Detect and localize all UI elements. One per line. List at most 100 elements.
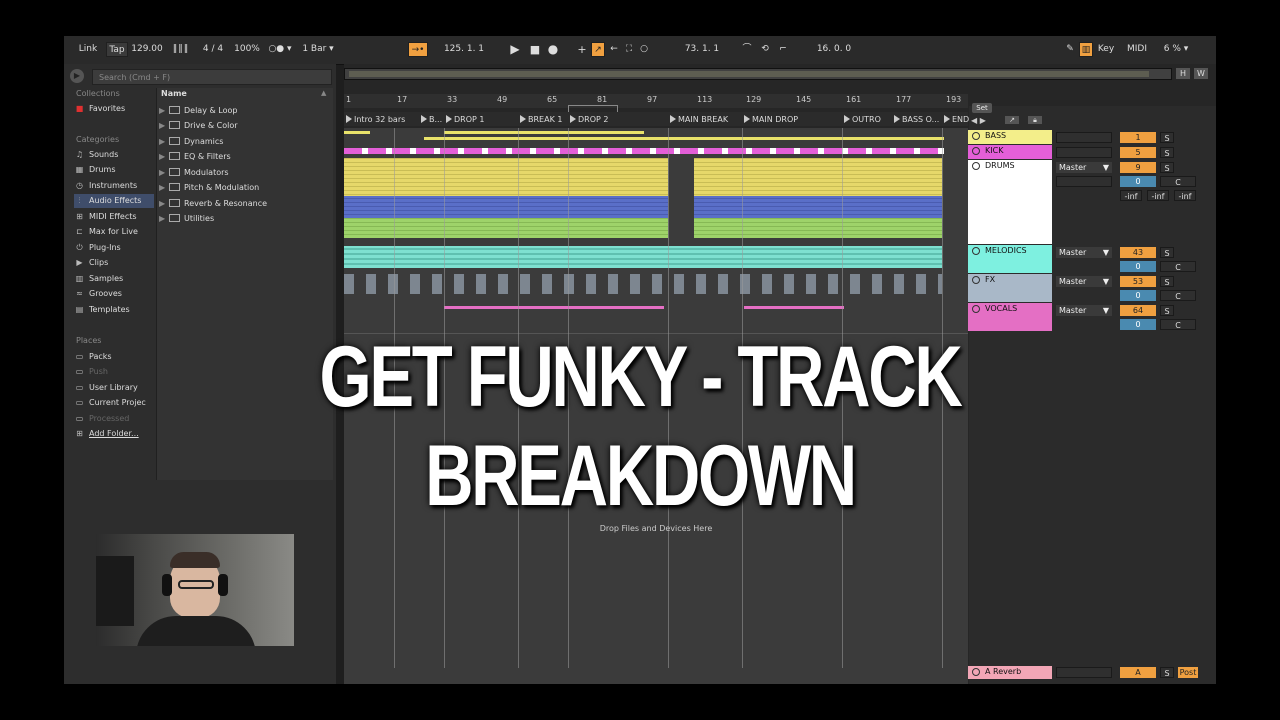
locator-b[interactable]: B... (421, 113, 445, 126)
track-header-melodics[interactable]: MELODICS (968, 245, 1052, 273)
melodics-clip[interactable] (344, 246, 942, 268)
fold-icon[interactable] (972, 147, 980, 155)
metronome-icon[interactable]: ○● ▾ (266, 42, 294, 57)
sidebar-item-max-for-live[interactable]: ⊏ Max for Live (74, 225, 154, 239)
kick-solo-button[interactable]: S (1160, 147, 1174, 158)
folder-row[interactable]: ▶ Delay & Loop (159, 104, 237, 118)
vocals-clip[interactable] (444, 306, 664, 309)
arrangement-overview[interactable] (344, 68, 1172, 80)
locator-main-break[interactable]: MAIN BREAK (670, 113, 742, 126)
melodics-solo-button[interactable]: S (1160, 247, 1174, 258)
kick-track-number[interactable]: 5 (1120, 147, 1156, 158)
bass-clip[interactable] (424, 137, 944, 140)
folder-row[interactable]: ▶ Pitch & Modulation (159, 181, 259, 195)
key-map-button[interactable]: Key (1095, 42, 1117, 57)
fold-icon[interactable] (972, 162, 980, 170)
back-to-arrangement-icon[interactable]: ← (608, 42, 620, 57)
quantize-menu[interactable]: 1 Bar ▾ (298, 42, 338, 57)
fx-volume[interactable]: 0 (1120, 290, 1156, 301)
kick-clip[interactable] (344, 148, 944, 154)
locator-intro[interactable]: Intro 32 bars (346, 113, 418, 126)
melodics-track-number[interactable]: 43 (1120, 247, 1156, 258)
track-header-a-reverb[interactable]: A Reverb (968, 666, 1052, 679)
folder-row[interactable]: ▶ Dynamics (159, 135, 223, 149)
sort-arrow-icon[interactable]: ▲ (321, 89, 326, 97)
sidebar-item-plug-ins[interactable]: ⏻ Plug-Ins (74, 241, 154, 255)
folder-row[interactable]: ▶ Utilities (159, 212, 214, 226)
fold-icon[interactable] (972, 247, 980, 255)
session-record-icon[interactable]: ○ (638, 42, 650, 57)
search-input[interactable]: Search (Cmd + F) (92, 69, 332, 85)
drums-volume[interactable]: 0 (1120, 176, 1156, 187)
punch-in-icon[interactable]: ⌒ (740, 42, 754, 57)
folder-row[interactable]: ▶ Modulators (159, 166, 229, 180)
loop-switch-icon[interactable]: ⟲ (758, 42, 772, 57)
nudge-icon[interactable]: ‖‖‖ (166, 42, 196, 57)
melodics-pan[interactable]: C (1160, 261, 1196, 272)
bass-clip[interactable] (444, 131, 644, 134)
midi-map-button[interactable]: MIDI (1124, 42, 1150, 57)
fx-clip[interactable] (344, 274, 942, 294)
sidebar-item-grooves[interactable]: ≈ Grooves (74, 287, 154, 301)
tap-button[interactable]: Tap (106, 42, 128, 57)
fx-pan[interactable]: C (1160, 290, 1196, 301)
vocals-pan[interactable]: C (1160, 319, 1196, 330)
tempo-field[interactable]: 129.00 (130, 42, 164, 57)
track-header-kick[interactable]: KICK (968, 145, 1052, 159)
vocals-clip[interactable] (744, 306, 844, 309)
h-button[interactable]: H (1176, 68, 1190, 79)
locator-bass-o[interactable]: BASS O... (894, 113, 942, 126)
fold-icon[interactable] (972, 305, 980, 313)
keyboard-icon[interactable]: ▥ (1079, 42, 1093, 57)
vocals-track-number[interactable]: 64 (1120, 305, 1156, 316)
fx-solo-button[interactable]: S (1160, 276, 1174, 287)
link-button[interactable]: Link (74, 42, 102, 57)
sidebar-item-sounds[interactable]: ♫ Sounds (74, 148, 154, 162)
bass-solo-button[interactable]: S (1160, 132, 1174, 143)
locator-end[interactable]: END (944, 113, 970, 126)
sidebar-item-midi-effects[interactable]: ⊞ MIDI Effects (74, 210, 154, 224)
sidebar-item-samples[interactable]: ▥ Samples (74, 272, 154, 286)
sidebar-item-drums[interactable]: ▦ Drums (74, 163, 154, 177)
locator-main-drop[interactable]: MAIN DROP (744, 113, 840, 126)
punch-out-icon[interactable]: ⌐ (776, 42, 790, 57)
loop-start-field[interactable]: 73. 1. 1 (668, 42, 736, 57)
set-button[interactable]: Set (972, 103, 992, 113)
reverb-send-letter[interactable]: A (1120, 667, 1156, 678)
track-header-vocals[interactable]: VOCALS (968, 303, 1052, 331)
reverb-output[interactable] (1056, 667, 1112, 678)
vocals-solo-button[interactable]: S (1160, 305, 1174, 316)
folder-row[interactable]: ▶ Drive & Color (159, 119, 238, 133)
reverb-solo-button[interactable]: S (1160, 667, 1174, 678)
bass-output[interactable] (1056, 132, 1112, 143)
fold-icon[interactable] (972, 132, 980, 140)
locator-break-1[interactable]: BREAK 1 (520, 113, 568, 126)
fold-icon[interactable] (972, 668, 980, 676)
kick-output[interactable] (1056, 147, 1112, 158)
name-column-header[interactable]: Name (161, 89, 187, 98)
track-header-fx[interactable]: FX (968, 274, 1052, 302)
stop-icon[interactable]: ■ (528, 42, 542, 57)
track-header-bass[interactable]: BASS (968, 130, 1052, 144)
sidebar-item-clips[interactable]: ▶ Clips (74, 256, 154, 270)
bass-track-number[interactable]: 1 (1120, 132, 1156, 143)
fold-icon[interactable] (972, 276, 980, 284)
folder-row[interactable]: ▶ Reverb & Resonance (159, 197, 267, 211)
locator-drop-1[interactable]: DROP 1 (446, 113, 516, 126)
drums-perc-clip[interactable] (344, 218, 968, 238)
drums-pan[interactable]: C (1160, 176, 1196, 187)
drums-output-select[interactable]: Master ▼ (1056, 162, 1112, 173)
fx-output-select[interactable]: Master ▼ (1056, 276, 1112, 287)
drums-input[interactable] (1056, 176, 1112, 187)
melodics-volume[interactable]: 0 (1120, 261, 1156, 272)
loop-length-field[interactable]: 16. 0. 0 (804, 42, 864, 57)
prev-next-locator-icon[interactable]: ◀ ▶ (971, 116, 986, 125)
lock-icon[interactable]: 🔒︎ (1028, 116, 1042, 124)
sidebar-item-favorites[interactable]: ■ Favorites (74, 102, 154, 116)
melodics-output-select[interactable]: Master ▼ (1056, 247, 1112, 258)
track-header-drums[interactable]: DRUMS (968, 160, 1052, 244)
automation-arm-icon[interactable]: ↗ (591, 42, 605, 57)
overdub-icon[interactable]: + (576, 42, 588, 57)
drums-solo-button[interactable]: S (1160, 162, 1174, 173)
reverb-post-button[interactable]: Post (1178, 667, 1198, 678)
